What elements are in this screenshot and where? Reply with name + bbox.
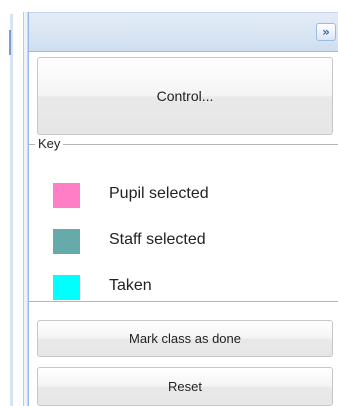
key-title: Key bbox=[35, 136, 64, 151]
left-rail-line bbox=[10, 14, 13, 406]
swatch-staff-selected bbox=[53, 229, 80, 254]
swatch-taken bbox=[53, 275, 80, 300]
control-button[interactable]: Control... bbox=[37, 57, 333, 135]
double-chevron-right-icon[interactable]: » bbox=[316, 23, 336, 41]
key-legend: Key Pupil selected Staff selected Taken bbox=[29, 136, 338, 302]
left-rail-marker bbox=[9, 30, 11, 55]
reset-button[interactable]: Reset bbox=[37, 367, 333, 406]
key-label-taken: Taken bbox=[109, 277, 152, 294]
swatch-pupil-selected bbox=[53, 183, 80, 208]
key-label-staff-selected: Staff selected bbox=[109, 231, 206, 248]
mark-class-done-button[interactable]: Mark class as done bbox=[37, 320, 333, 357]
panel-header: » bbox=[29, 12, 338, 52]
side-panel: » Control... Key Pupil selected Staff se… bbox=[28, 12, 338, 406]
key-label-pupil-selected: Pupil selected bbox=[109, 185, 209, 202]
